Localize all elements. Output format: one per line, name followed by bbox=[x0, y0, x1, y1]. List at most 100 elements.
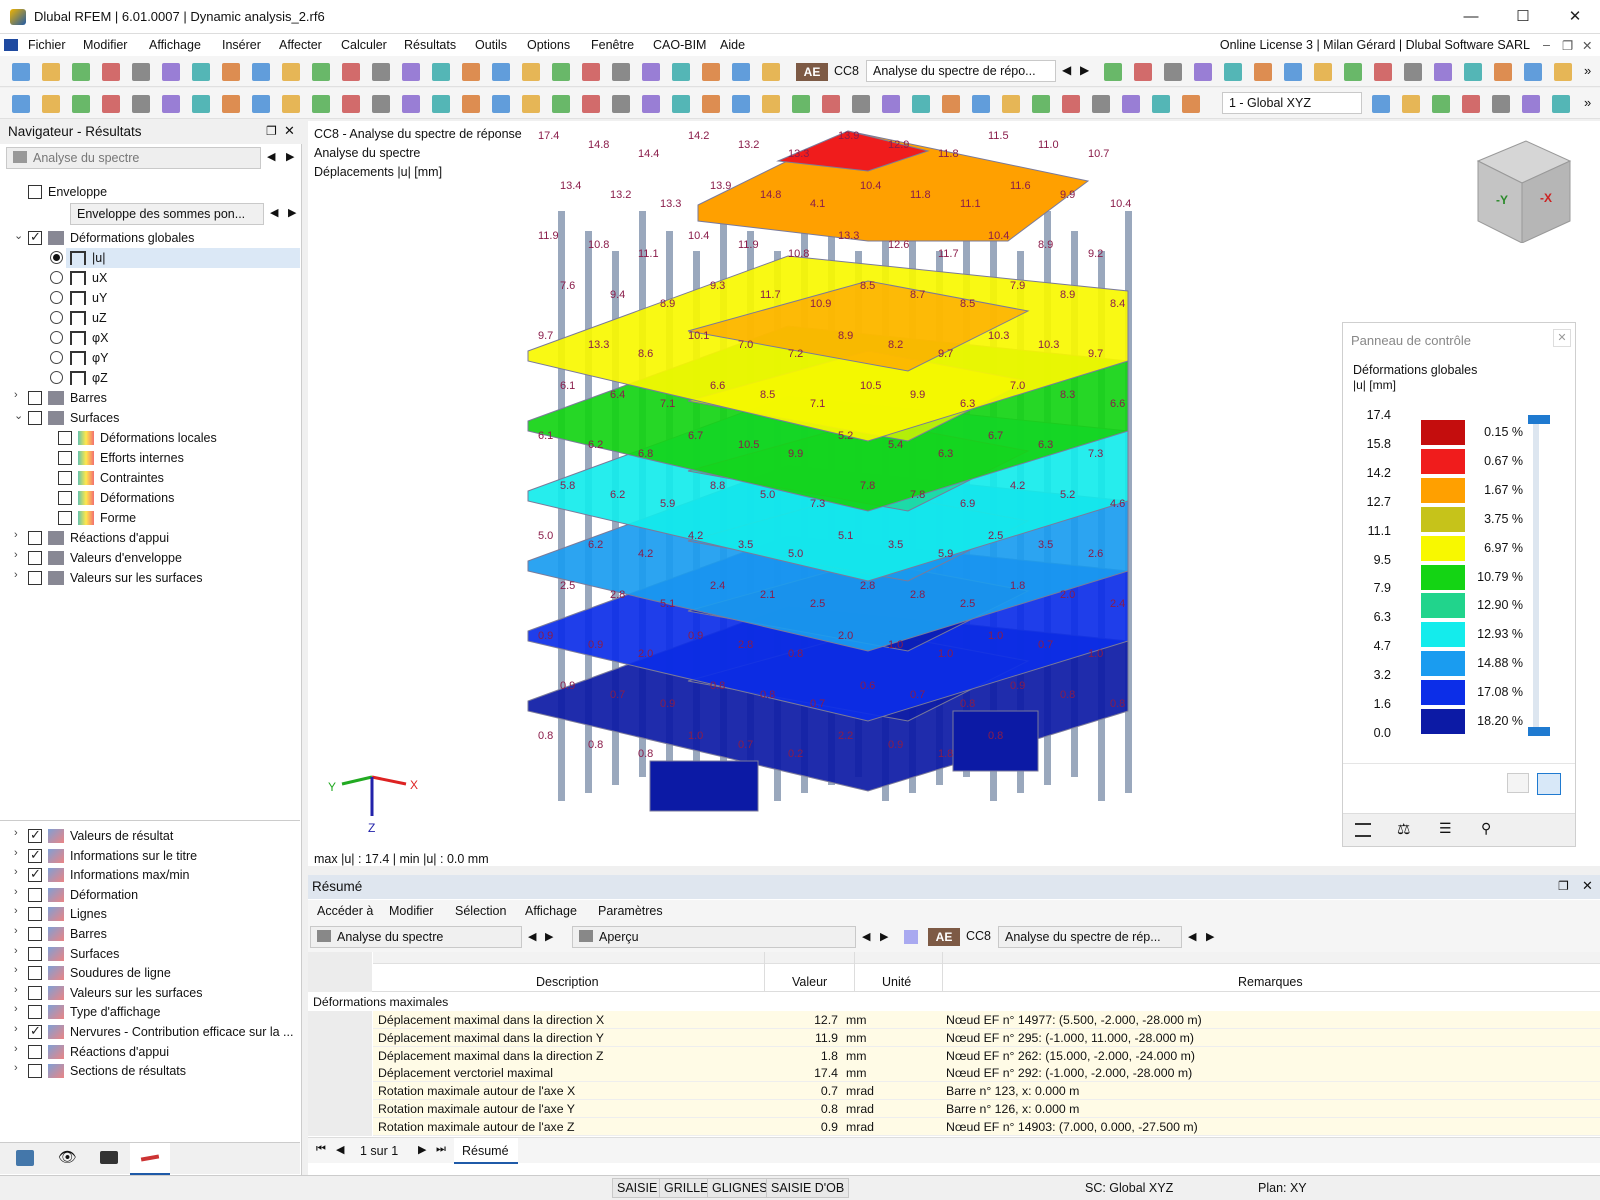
close-navigator-icon[interactable]: ✕ bbox=[284, 123, 295, 139]
tree-checkbox[interactable] bbox=[58, 451, 72, 465]
toolbar-tool-icon[interactable] bbox=[72, 63, 90, 81]
display-option-item[interactable]: › Sections de résultats bbox=[0, 1061, 300, 1081]
menu-aide[interactable]: Aide bbox=[720, 38, 745, 52]
menu-cao-bim[interactable]: CAO-BIM bbox=[653, 38, 706, 52]
toolbar-tool-icon[interactable] bbox=[552, 63, 570, 81]
result-type-radio[interactable] bbox=[50, 271, 63, 284]
tree-checkbox[interactable] bbox=[28, 391, 42, 405]
display-option-checkbox[interactable] bbox=[28, 1023, 42, 1039]
menu-affichage[interactable]: Affichage bbox=[149, 38, 201, 52]
summary-view-prev-icon[interactable]: ◀ bbox=[862, 930, 870, 943]
table-row[interactable]: Rotation maximale autour de l'axe Z 0.9 mr… bbox=[308, 1117, 1600, 1136]
toolbar-tool-icon[interactable] bbox=[492, 95, 510, 113]
toolbar-overflow-2[interactable]: » bbox=[1584, 95, 1591, 110]
toolbar-tool-icon[interactable] bbox=[132, 63, 150, 81]
result-type-radio[interactable] bbox=[50, 311, 63, 324]
menu-calculer[interactable]: Calculer bbox=[341, 38, 387, 52]
tree-item[interactable]: φZ bbox=[0, 368, 300, 388]
toolbar-tool-icon[interactable] bbox=[1494, 63, 1512, 81]
toolbar-tool-icon[interactable] bbox=[702, 63, 720, 81]
results-tab[interactable] bbox=[130, 1143, 170, 1175]
tree-checkbox[interactable] bbox=[58, 491, 72, 505]
tree-item[interactable]: uZ bbox=[0, 308, 300, 328]
table-row[interactable]: Rotation maximale autour de l'axe Y 0.8 mr… bbox=[308, 1100, 1600, 1118]
app-menu-icon[interactable] bbox=[4, 39, 18, 51]
toolbar-tool-icon[interactable] bbox=[552, 95, 570, 113]
toolbar-tool-icon[interactable] bbox=[222, 63, 240, 81]
legend-slider-track[interactable] bbox=[1533, 415, 1539, 733]
tree-item[interactable]: φY bbox=[0, 348, 300, 368]
loadcase-select[interactable]: Analyse du spectre de répo... bbox=[866, 60, 1056, 82]
toolbar-tool-icon[interactable] bbox=[882, 95, 900, 113]
toolbar-tool-icon[interactable] bbox=[1152, 95, 1170, 113]
status-saisie-button[interactable]: SAISIE bbox=[612, 1178, 663, 1198]
env-next-icon[interactable]: ▶ bbox=[288, 206, 296, 219]
toolbar-tool-icon[interactable] bbox=[72, 95, 90, 113]
display-option-checkbox[interactable] bbox=[28, 927, 42, 941]
toolbar-tool-icon[interactable] bbox=[1134, 63, 1152, 81]
tree-checkbox[interactable] bbox=[28, 551, 42, 565]
tree-item[interactable]: ⌄ Déformations globales bbox=[0, 228, 300, 248]
menu-inserer[interactable]: Insérer bbox=[222, 38, 261, 52]
expand-icon[interactable]: › bbox=[14, 827, 24, 839]
toolbar-tool-icon[interactable] bbox=[1224, 63, 1242, 81]
toolbar-tool-icon[interactable] bbox=[312, 63, 330, 81]
toolbar-tool-icon[interactable] bbox=[1122, 95, 1140, 113]
tree-item[interactable]: › Valeurs d'enveloppe bbox=[0, 548, 300, 568]
panel-settings-icon[interactable] bbox=[1507, 773, 1529, 793]
toolbar-tool-icon[interactable] bbox=[522, 63, 540, 81]
toolbar-tool-icon[interactable] bbox=[1524, 63, 1542, 81]
result-type-radio[interactable] bbox=[50, 371, 63, 384]
maximize-button[interactable]: ☐ bbox=[1508, 6, 1538, 28]
summary-menu-parametres[interactable]: Paramètres bbox=[598, 904, 663, 918]
tab-filter-icon[interactable]: ⚲ bbox=[1481, 820, 1491, 837]
col-valeur[interactable]: Valeur bbox=[792, 975, 827, 989]
toolbar-tool-icon[interactable] bbox=[792, 95, 810, 113]
display-option-checkbox[interactable] bbox=[28, 907, 42, 922]
toolbar-tool-icon[interactable] bbox=[912, 95, 930, 113]
tree-item[interactable]: ›Déformations locales bbox=[0, 428, 300, 448]
display-option-checkbox[interactable] bbox=[28, 1044, 42, 1059]
toolbar-tool-icon[interactable] bbox=[1374, 63, 1392, 81]
display-option-item[interactable]: › Lignes bbox=[0, 904, 300, 924]
toolbar-tool-icon[interactable] bbox=[612, 95, 630, 113]
toolbar-tool-icon[interactable] bbox=[1254, 63, 1272, 81]
display-option-item[interactable]: › Barres bbox=[0, 924, 300, 944]
col-description[interactable]: Description bbox=[536, 975, 599, 989]
result-type-radio[interactable] bbox=[50, 291, 63, 304]
toolbar-tool-icon[interactable] bbox=[1462, 95, 1480, 113]
toolbar-tool-icon[interactable] bbox=[1552, 95, 1570, 113]
status-grille-button[interactable]: GRILLE bbox=[659, 1178, 714, 1198]
toolbar-tool-icon[interactable] bbox=[1554, 63, 1572, 81]
tab-list-icon[interactable] bbox=[1355, 823, 1371, 837]
mdi-restore-icon[interactable]: ❐ bbox=[1562, 38, 1573, 53]
toolbar-tool-icon[interactable] bbox=[42, 95, 60, 113]
display-option-item[interactable]: › Type d'affichage bbox=[0, 1002, 300, 1022]
toolbar-tool-icon[interactable] bbox=[1372, 95, 1390, 113]
toolbar-tool-icon[interactable] bbox=[342, 63, 360, 81]
data-tab-icon[interactable] bbox=[16, 1150, 34, 1166]
expand-icon[interactable]: › bbox=[14, 549, 24, 561]
summary-menu-affichage[interactable]: Affichage bbox=[525, 904, 577, 918]
summary-prev-icon[interactable]: ◀ bbox=[528, 930, 536, 943]
toolbar-tool-icon[interactable] bbox=[1314, 63, 1332, 81]
tree-checkbox[interactable] bbox=[28, 531, 42, 545]
toolbar-overflow-1[interactable]: » bbox=[1584, 63, 1591, 78]
tree-item[interactable]: ⌄ Surfaces bbox=[0, 408, 300, 428]
expand-icon[interactable]: › bbox=[14, 945, 24, 957]
toolbar-tool-icon[interactable] bbox=[312, 95, 330, 113]
menu-outils[interactable]: Outils bbox=[475, 38, 507, 52]
display-option-checkbox[interactable] bbox=[28, 827, 42, 843]
toolbar-tool-icon[interactable] bbox=[42, 63, 60, 81]
tree-item[interactable]: φX bbox=[0, 328, 300, 348]
expand-icon[interactable]: › bbox=[14, 905, 24, 917]
toolbar-tool-icon[interactable] bbox=[702, 95, 720, 113]
col-unite[interactable]: Unité bbox=[882, 975, 911, 989]
toolbar-tool-icon[interactable] bbox=[822, 95, 840, 113]
table-row[interactable]: Déplacement maximal dans la direction Y 1… bbox=[308, 1028, 1600, 1047]
display-option-checkbox[interactable] bbox=[28, 985, 42, 1000]
nav-next-icon[interactable]: ▶ bbox=[286, 150, 294, 163]
float-panel-icon[interactable]: ❐ bbox=[266, 124, 277, 138]
model-render[interactable]: 17.4 14.8 14.4 14.2 13.2 13.3 13.9 12.9 11.8 11.5… bbox=[308, 121, 1338, 866]
panel-legend-icon[interactable] bbox=[1537, 773, 1561, 795]
